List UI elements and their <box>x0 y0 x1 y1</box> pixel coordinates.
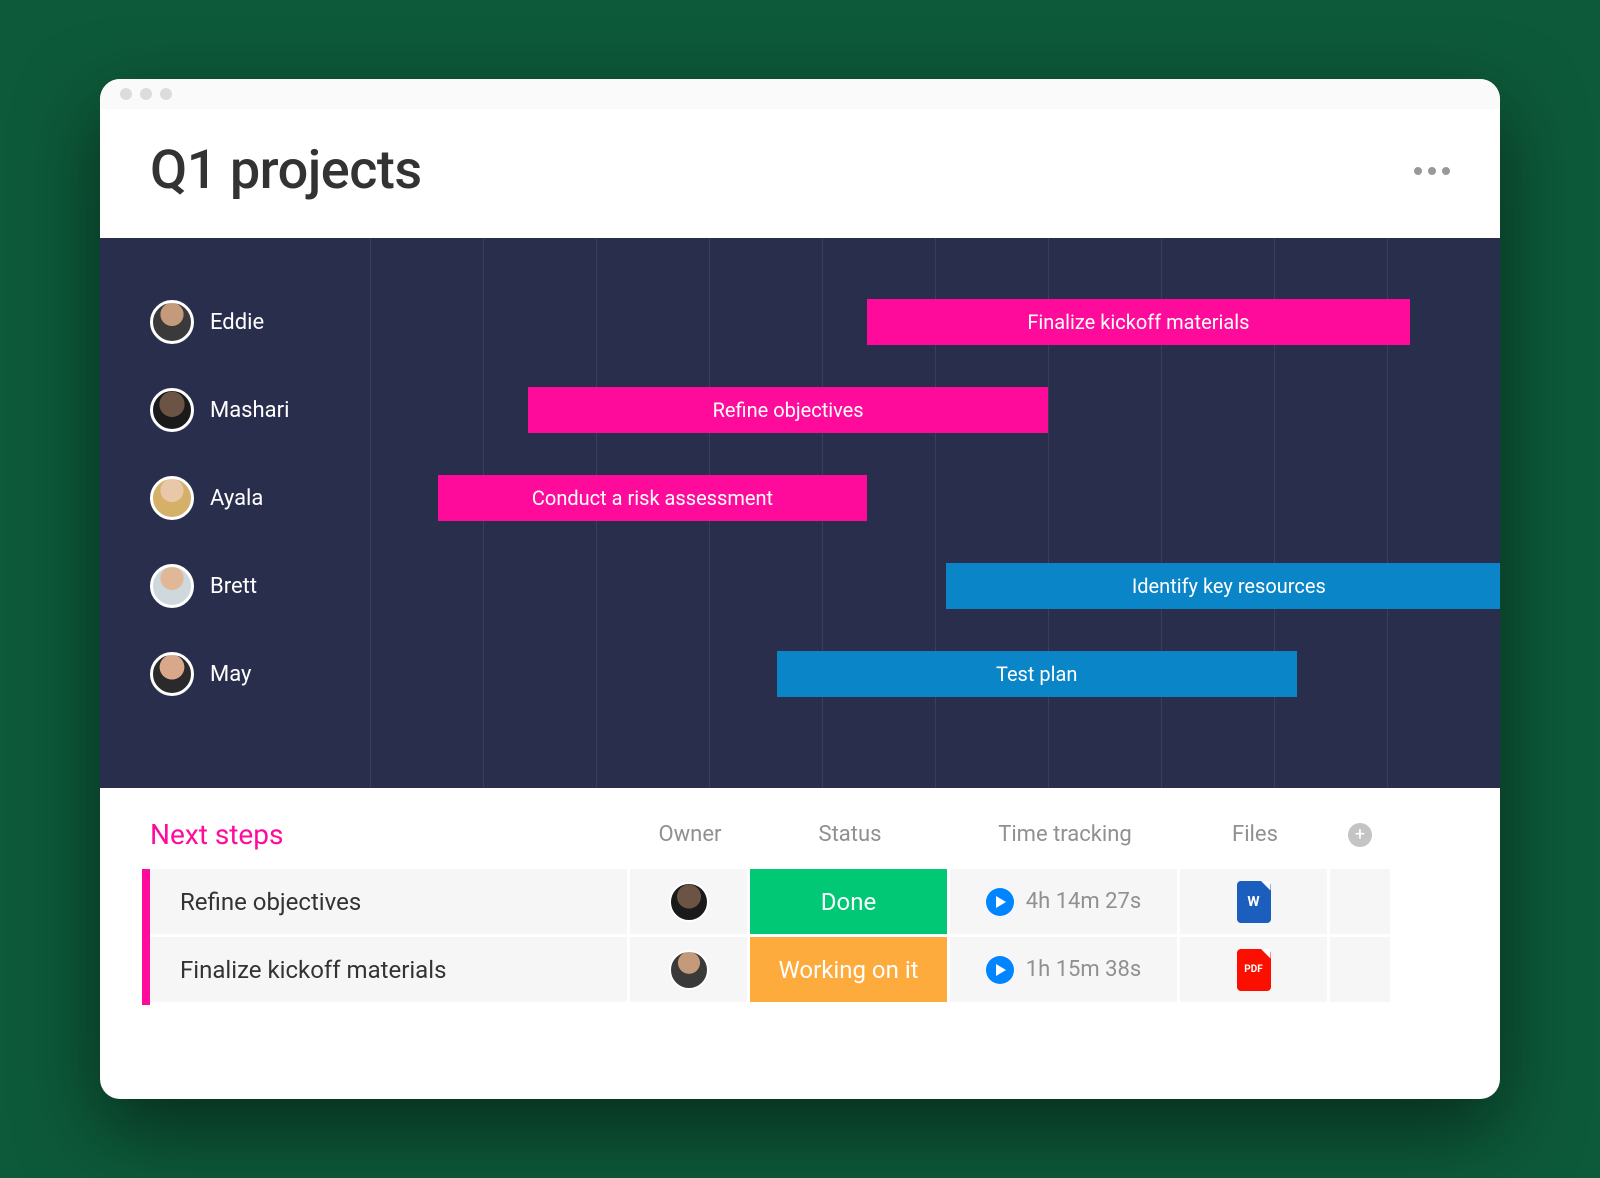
owner-cell[interactable] <box>630 869 750 937</box>
avatar <box>669 882 709 922</box>
files-cell[interactable]: W <box>1180 869 1330 937</box>
avatar <box>150 388 194 432</box>
column-header-time[interactable]: Time tracking <box>950 822 1180 847</box>
avatar <box>150 476 194 520</box>
dot-icon <box>1414 167 1422 175</box>
person[interactable]: Brett <box>100 564 370 608</box>
column-header-status[interactable]: Status <box>750 822 950 847</box>
pdf-file-icon[interactable]: PDF <box>1237 949 1271 991</box>
gantt-bar[interactable]: Refine objectives <box>528 387 1048 433</box>
person-name: Ayala <box>210 486 263 511</box>
table-row[interactable]: Refine objectives Done 4h 14m 27s W <box>142 869 1450 937</box>
gantt-row: Ayala Conduct a risk assessment <box>100 454 1500 542</box>
empty-cell <box>1330 937 1390 1005</box>
traffic-light-close-icon[interactable] <box>120 88 132 100</box>
traffic-light-minimize-icon[interactable] <box>140 88 152 100</box>
status-cell[interactable]: Working on it <box>750 937 950 1005</box>
person[interactable]: Ayala <box>100 476 370 520</box>
table-row[interactable]: Finalize kickoff materials Working on it… <box>142 937 1450 1005</box>
gantt-row: Eddie Finalize kickoff materials <box>100 278 1500 366</box>
plus-icon: + <box>1348 823 1372 847</box>
gantt-bar[interactable]: Identify key resources <box>946 563 1500 609</box>
page-title: Q1 projects <box>150 139 422 202</box>
play-icon[interactable] <box>986 888 1014 916</box>
bar-track: Test plan <box>370 651 1500 697</box>
bar-track: Identify key resources <box>370 563 1500 609</box>
gantt-bar[interactable]: Test plan <box>777 651 1297 697</box>
dot-icon <box>1428 167 1436 175</box>
person[interactable]: May <box>100 652 370 696</box>
next-steps-section: Next steps Owner Status Time tracking Fi… <box>100 788 1500 1005</box>
avatar <box>150 652 194 696</box>
add-column-button[interactable]: + <box>1330 823 1390 847</box>
gantt-row: Brett Identify key resources <box>100 542 1500 630</box>
window-titlebar <box>100 79 1500 109</box>
bar-track: Refine objectives <box>370 387 1500 433</box>
person-name: Eddie <box>210 310 264 335</box>
avatar <box>150 564 194 608</box>
gantt-row: May Test plan <box>100 630 1500 718</box>
task-name-cell[interactable]: Finalize kickoff materials <box>150 937 630 1005</box>
task-name-cell[interactable]: Refine objectives <box>150 869 630 937</box>
dot-icon <box>1442 167 1450 175</box>
time-tracking-cell[interactable]: 1h 15m 38s <box>950 937 1180 1005</box>
status-cell[interactable]: Done <box>750 869 950 937</box>
gantt-row: Mashari Refine objectives <box>100 366 1500 454</box>
bar-track: Conduct a risk assessment <box>370 475 1500 521</box>
column-header-files[interactable]: Files <box>1180 822 1330 847</box>
person[interactable]: Eddie <box>100 300 370 344</box>
page-header: Q1 projects <box>100 109 1500 238</box>
files-cell[interactable]: PDF <box>1180 937 1330 1005</box>
person-name: Brett <box>210 574 257 599</box>
person-name: Mashari <box>210 398 289 423</box>
section-title[interactable]: Next steps <box>150 818 630 851</box>
gantt-bar[interactable]: Finalize kickoff materials <box>867 299 1409 345</box>
time-tracking-cell[interactable]: 4h 14m 27s <box>950 869 1180 937</box>
gantt-bar[interactable]: Conduct a risk assessment <box>438 475 867 521</box>
more-options-button[interactable] <box>1414 167 1450 175</box>
avatar <box>669 950 709 990</box>
play-icon[interactable] <box>986 956 1014 984</box>
gantt-chart: Eddie Finalize kickoff materials Mashari… <box>100 238 1500 788</box>
word-file-icon[interactable]: W <box>1237 881 1271 923</box>
column-header-owner[interactable]: Owner <box>630 822 750 847</box>
bar-track: Finalize kickoff materials <box>370 299 1500 345</box>
traffic-light-maximize-icon[interactable] <box>160 88 172 100</box>
time-value: 1h 15m 38s <box>1026 957 1142 982</box>
time-value: 4h 14m 27s <box>1026 889 1142 914</box>
table-header: Next steps Owner Status Time tracking Fi… <box>150 818 1450 851</box>
app-window: Q1 projects Eddie Finalize kickoff mater… <box>100 79 1500 1099</box>
avatar <box>150 300 194 344</box>
person-name: May <box>210 662 251 687</box>
owner-cell[interactable] <box>630 937 750 1005</box>
person[interactable]: Mashari <box>100 388 370 432</box>
empty-cell <box>1330 869 1390 937</box>
